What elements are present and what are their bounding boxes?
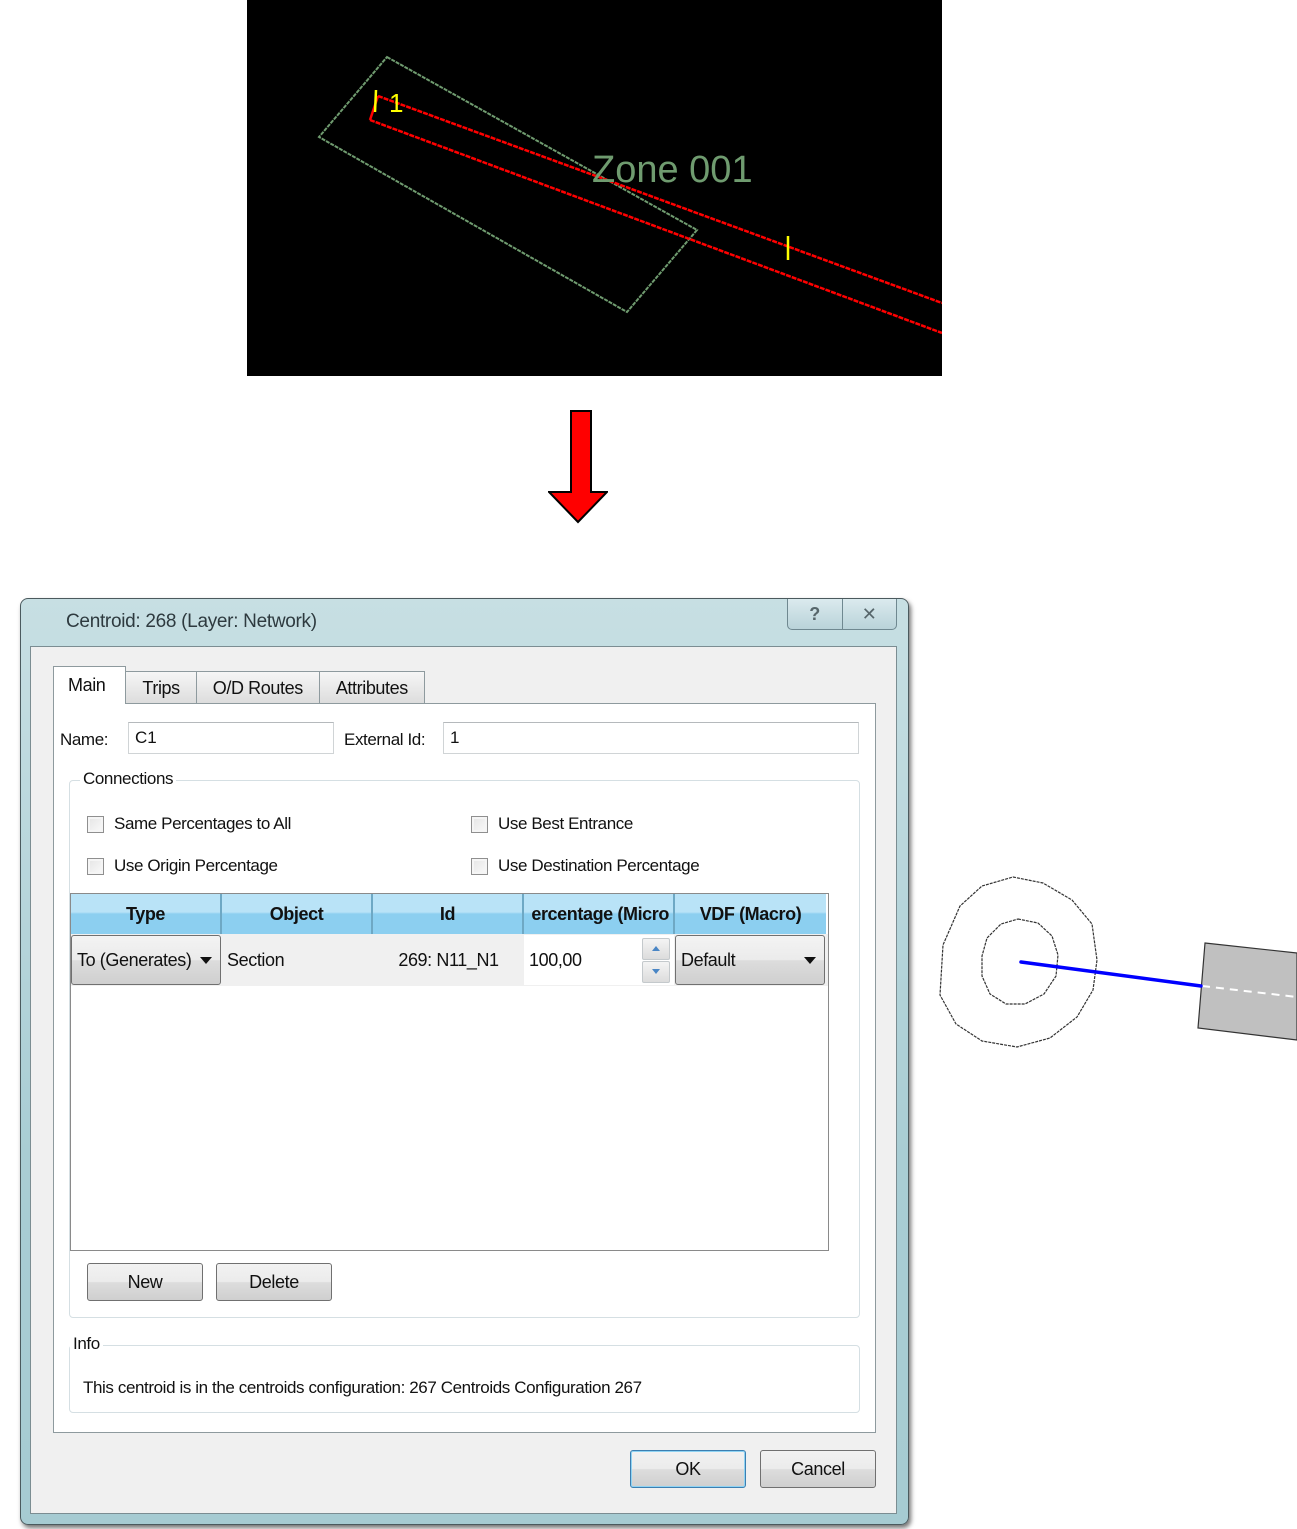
use-destination-percentage-checkbox[interactable]: Use Destination Percentage xyxy=(471,856,700,876)
close-icon: ✕ xyxy=(861,603,877,624)
table-header: Type Object Id ercentage (Micro VDF (Mac… xyxy=(71,894,828,934)
main-tab-page: Name: C1 External Id: 1 Connections Same… xyxy=(53,703,876,1433)
tab-attributes[interactable]: Attributes xyxy=(318,671,425,704)
checkbox-box[interactable] xyxy=(471,815,488,833)
new-button[interactable]: New xyxy=(87,1263,203,1301)
help-icon: ? xyxy=(809,603,821,624)
column-header-vdf[interactable]: VDF (Macro) xyxy=(675,894,826,934)
same-percentages-checkbox[interactable]: Same Percentages to All xyxy=(87,814,291,834)
chevron-down-icon xyxy=(200,956,212,964)
zone-label: Zone 001 xyxy=(592,149,753,191)
connections-group: Connections Same Percentages to All Use … xyxy=(69,769,860,1318)
name-input[interactable]: C1 xyxy=(128,722,334,754)
use-origin-percentage-checkbox[interactable]: Use Origin Percentage xyxy=(87,856,278,876)
delete-button[interactable]: Delete xyxy=(216,1263,332,1301)
column-header-type[interactable]: Type xyxy=(71,894,222,934)
checkbox-label: Use Best Entrance xyxy=(498,814,633,833)
centroid-dialog: Centroid: 268 (Layer: Network) ? ✕ Main … xyxy=(20,598,909,1525)
info-text: This centroid is in the centroids config… xyxy=(83,1378,642,1397)
type-dropdown[interactable]: To (Generates) xyxy=(71,935,221,985)
checkbox-box[interactable] xyxy=(87,857,104,875)
centroid-outer-ring[interactable] xyxy=(939,876,1098,1048)
column-header-object[interactable]: Object xyxy=(222,894,373,934)
column-header-percentage[interactable]: ercentage (Micro xyxy=(524,894,675,934)
spin-down-button[interactable] xyxy=(642,960,670,983)
checkbox-box[interactable] xyxy=(471,857,488,875)
tab-bar: Main Trips O/D Routes Attributes xyxy=(53,666,425,704)
help-button[interactable]: ? xyxy=(788,599,842,629)
vdf-value: Default xyxy=(681,949,736,970)
arrow-up-icon xyxy=(652,946,660,951)
map-canvas: 1 Zone 001 xyxy=(317,55,942,335)
cancel-button[interactable]: Cancel xyxy=(760,1450,876,1488)
spin-up-button[interactable] xyxy=(642,937,670,960)
close-button[interactable]: ✕ xyxy=(841,599,897,629)
type-value: To (Generates) xyxy=(77,949,192,970)
map-view[interactable]: 1 Zone 001 xyxy=(247,0,942,376)
percentage-cell: 100,00 xyxy=(524,934,675,986)
type-cell: To (Generates) xyxy=(71,934,222,986)
connections-title: Connections xyxy=(80,769,177,789)
node-marker xyxy=(373,89,378,113)
object-cell: Section xyxy=(227,949,285,970)
table-row[interactable]: To (Generates) Section 269: N11_N1 100,0… xyxy=(71,934,828,986)
tab-main[interactable]: Main xyxy=(53,666,127,704)
external-id-input[interactable]: 1 xyxy=(443,722,859,754)
name-label: Name: xyxy=(60,730,109,749)
percentage-spinbox[interactable]: 100,00 xyxy=(524,935,674,985)
checkbox-label: Use Destination Percentage xyxy=(498,856,700,875)
checkbox-label: Use Origin Percentage xyxy=(114,856,278,875)
centroid-diagram xyxy=(939,876,1297,1048)
title-bar-buttons: ? ✕ xyxy=(787,599,897,630)
info-title: Info xyxy=(70,1334,103,1354)
dialog-client-area: Main Trips O/D Routes Attributes Name: C… xyxy=(30,646,897,1514)
external-id-value: 1 xyxy=(450,728,460,747)
arrow-down-icon xyxy=(652,969,660,974)
info-group: Info This centroid is in the centroids c… xyxy=(69,1334,860,1413)
checkbox-label: Same Percentages to All xyxy=(114,814,291,833)
down-arrow-icon xyxy=(548,410,608,524)
checkbox-box[interactable] xyxy=(87,815,104,833)
vdf-cell: Default xyxy=(675,934,826,986)
connection-line[interactable] xyxy=(1019,960,1203,988)
column-header-id[interactable]: Id xyxy=(373,894,524,934)
percentage-value: 100,00 xyxy=(529,949,582,970)
ok-button[interactable]: OK xyxy=(630,1450,746,1488)
tab-od-routes[interactable]: O/D Routes xyxy=(195,671,320,704)
chevron-down-icon xyxy=(804,956,816,964)
tab-trips[interactable]: Trips xyxy=(125,671,197,704)
dialog-title: Centroid: 268 (Layer: Network) xyxy=(66,611,317,632)
external-id-label: External Id: xyxy=(344,730,426,749)
node-label: 1 xyxy=(389,88,403,118)
id-cell: 269: N11_N1 xyxy=(398,949,499,970)
use-best-entrance-checkbox[interactable]: Use Best Entrance xyxy=(471,814,633,834)
name-value: C1 xyxy=(135,728,157,747)
vdf-dropdown[interactable]: Default xyxy=(675,935,825,985)
connections-table[interactable]: Type Object Id ercentage (Micro VDF (Mac… xyxy=(70,893,829,1251)
